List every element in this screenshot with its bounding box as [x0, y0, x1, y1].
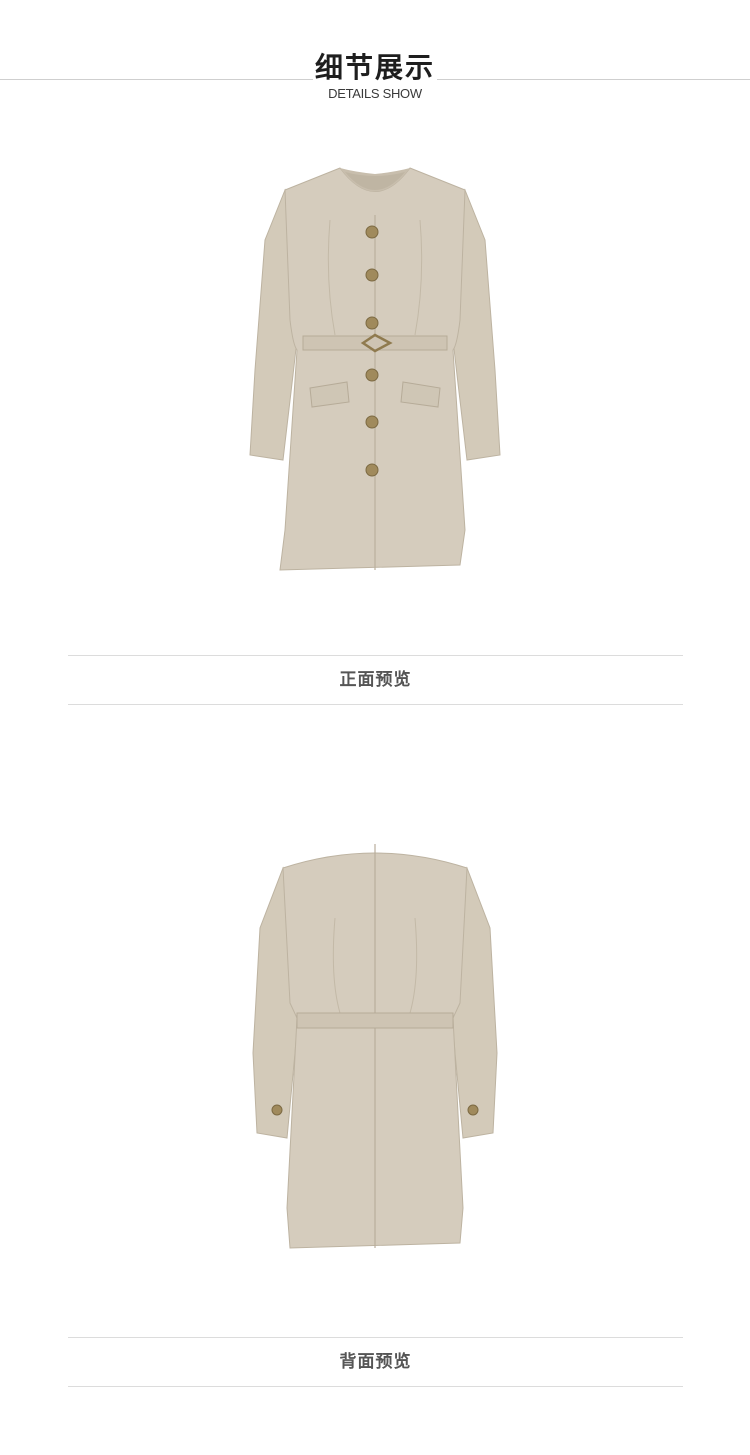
back-preview-label: 背面预览 — [339, 1352, 412, 1372]
section-subtitle: DETAILS SHOW — [328, 86, 422, 101]
front-preview-caption: 正面预览 — [68, 655, 683, 705]
details-header: 细节展示 DETAILS SHOW — [0, 0, 750, 110]
back-preview-caption: 背面预览 — [68, 1337, 683, 1387]
front-preview-label: 正面预览 — [339, 670, 412, 690]
coat-back-image — [0, 838, 750, 1258]
coat-front-image — [0, 160, 750, 580]
section-title: 细节展示 — [314, 51, 435, 84]
